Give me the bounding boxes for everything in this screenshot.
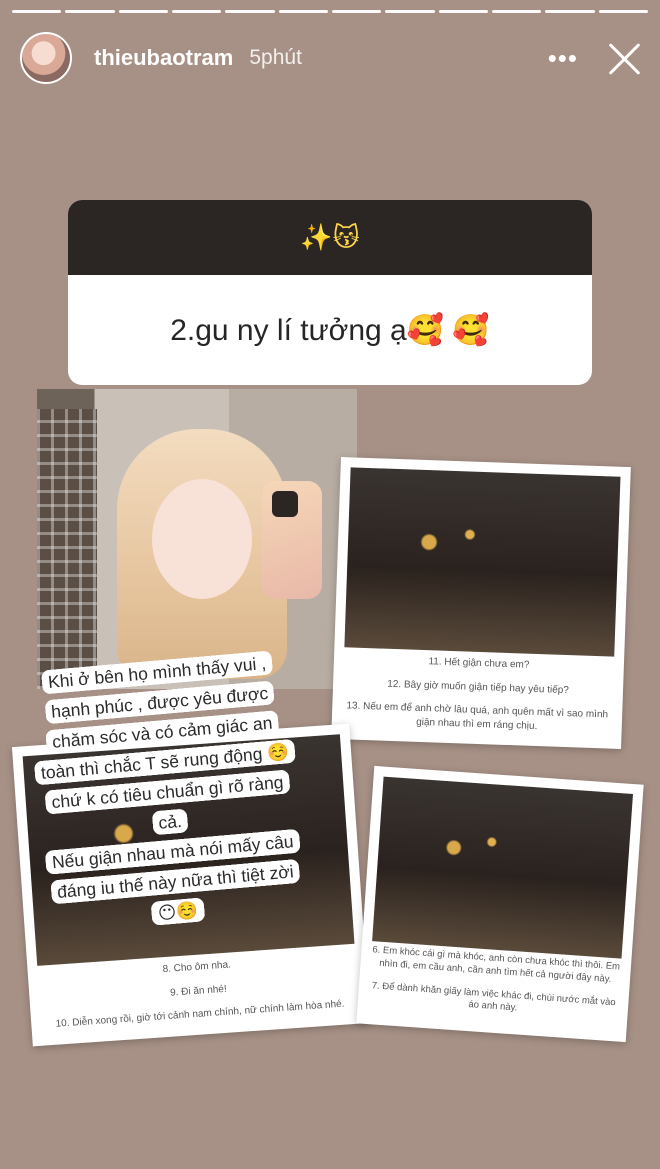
card-line: 13. Nếu em để anh chờ lâu quá, anh quên … — [346, 700, 609, 732]
question-sticker: ✨😽 2.gu ny lí tưởng ạ🥰 🥰 — [68, 200, 592, 385]
progress-segment — [12, 10, 62, 13]
movie-still — [372, 776, 633, 959]
screenshot-card-3: 6. Em khóc cái gì mà khóc, anh còn chưa … — [356, 765, 644, 1043]
close-icon[interactable] — [606, 40, 642, 76]
post-time: 5phút — [249, 46, 302, 69]
progress-segment — [225, 10, 275, 13]
progress-segment — [491, 10, 542, 13]
progress-segment — [65, 10, 115, 13]
story-header: thieubaotram 5phút ••• — [20, 30, 642, 86]
card-line: 12. Bây giờ muốn giận tiếp hay yêu tiếp? — [387, 678, 570, 696]
screenshot-card-1: 11. Hết giận chưa em? 12. Bây giờ muốn g… — [331, 457, 631, 749]
username[interactable]: thieubaotram — [94, 45, 233, 71]
question-text: 2.gu ny lí tưởng ạ🥰 🥰 — [170, 313, 490, 347]
caption-text: Khi ở bên họ mình thấy vui , hạnh phúc ,… — [33, 650, 301, 926]
progress-segment — [171, 10, 222, 13]
more-options-icon[interactable]: ••• — [548, 43, 578, 74]
card-line: 11. Hết giận chưa em? — [428, 656, 530, 671]
progress-segment — [545, 10, 595, 13]
story-progress-bar — [12, 10, 648, 13]
girl-face — [152, 479, 252, 599]
card-line: 7. Để dành khăn giấy làm việc khác đi, c… — [371, 979, 617, 1014]
progress-segment — [278, 10, 328, 13]
avatar[interactable] — [20, 32, 72, 84]
movie-still — [344, 467, 621, 657]
caption-sticker: Khi ở bên họ mình thấy vui , hạnh phúc ,… — [24, 646, 312, 938]
progress-segment — [331, 10, 382, 13]
progress-segment — [118, 10, 168, 13]
progress-segment — [598, 10, 648, 13]
mosaic-wall — [37, 409, 97, 689]
phone-icon — [262, 481, 322, 599]
progress-segment — [385, 10, 435, 13]
question-header: ✨😽 — [68, 200, 592, 275]
progress-segment — [438, 10, 488, 13]
selfie-photo — [37, 389, 357, 689]
